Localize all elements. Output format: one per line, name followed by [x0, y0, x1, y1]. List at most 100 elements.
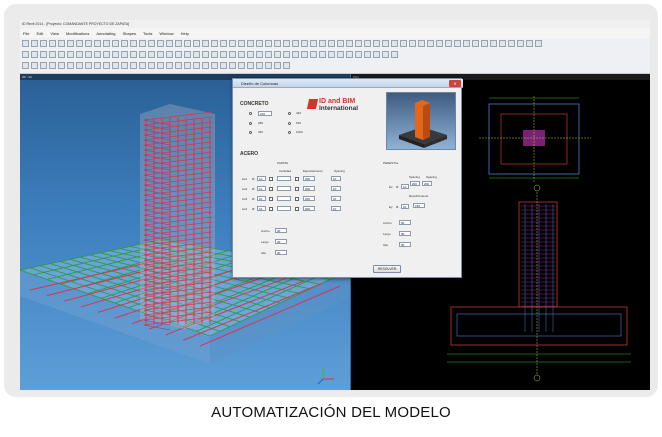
zapata-dimension-input[interactable]: 30: [275, 228, 287, 233]
menu-tools[interactable]: Tools: [143, 31, 152, 36]
toolbar-button[interactable]: [103, 51, 110, 58]
resolver-button[interactable]: RESOLVER: [373, 265, 401, 273]
toolbar-button[interactable]: [157, 62, 164, 69]
steel-row-spacing[interactable]: 200: [303, 206, 315, 211]
toolbar-button[interactable]: [67, 62, 74, 69]
toolbar-button[interactable]: [202, 62, 209, 69]
steel-row-value[interactable]: 10: [331, 206, 341, 211]
toolbar-button[interactable]: [229, 40, 236, 47]
toolbar-button[interactable]: [58, 62, 65, 69]
toolbar-button[interactable]: [274, 51, 281, 58]
toolbar-button[interactable]: [22, 51, 29, 58]
toolbar-button[interactable]: [319, 51, 326, 58]
toolbar-button[interactable]: [202, 40, 209, 47]
toolbar-button[interactable]: [31, 40, 38, 47]
toolbar-button[interactable]: [58, 40, 65, 47]
toolbar-button[interactable]: [427, 40, 434, 47]
pedestal-row-1-value-2[interactable]: 200: [422, 181, 432, 186]
toolbar-button[interactable]: [211, 51, 218, 58]
toolbar-button[interactable]: [238, 40, 245, 47]
steel-row-value[interactable]: 10: [331, 186, 341, 191]
toolbar-button[interactable]: [490, 40, 497, 47]
steel-row-spacing[interactable]: 200: [303, 176, 315, 181]
toolbar-button[interactable]: [103, 40, 110, 47]
pedestal-dimension-input[interactable]: 50: [399, 231, 411, 236]
steel-row-diameter[interactable]: 10: [257, 196, 266, 201]
toolbar-button[interactable]: [229, 62, 236, 69]
toolbar-button[interactable]: [382, 51, 389, 58]
toolbar-button[interactable]: [508, 40, 515, 47]
toolbar-button[interactable]: [364, 40, 371, 47]
toolbar-button[interactable]: [40, 40, 47, 47]
steel-row-checkbox[interactable]: [269, 177, 273, 181]
menu-shapes[interactable]: Shapes: [122, 31, 136, 36]
toolbar-button[interactable]: [130, 51, 137, 58]
toolbar-button[interactable]: [292, 40, 299, 47]
toolbar-button[interactable]: [76, 62, 83, 69]
toolbar-button[interactable]: [337, 51, 344, 58]
toolbar-button[interactable]: [130, 40, 137, 47]
steel-row-spacing[interactable]: 200: [303, 186, 315, 191]
concrete-radio-1[interactable]: [249, 112, 252, 115]
menu-file[interactable]: File: [23, 31, 29, 36]
toolbar-button[interactable]: [535, 40, 542, 47]
toolbar-button[interactable]: [247, 62, 254, 69]
toolbar-button[interactable]: [175, 40, 182, 47]
toolbar-button[interactable]: [22, 62, 29, 69]
toolbar-button[interactable]: [355, 40, 362, 47]
toolbar-button[interactable]: [184, 51, 191, 58]
toolbar-button[interactable]: [76, 51, 83, 58]
toolbar-button[interactable]: [94, 40, 101, 47]
toolbar-button[interactable]: [373, 51, 380, 58]
toolbar-button[interactable]: [337, 40, 344, 47]
toolbar-button[interactable]: [121, 40, 128, 47]
toolbar-button[interactable]: [265, 40, 272, 47]
toolbar-button[interactable]: [319, 40, 326, 47]
toolbar-button[interactable]: [463, 40, 470, 47]
steel-row-quantity[interactable]: [277, 206, 291, 211]
toolbar-button[interactable]: [139, 51, 146, 58]
toolbar-button[interactable]: [148, 62, 155, 69]
toolbar-button[interactable]: [445, 40, 452, 47]
toolbar-button[interactable]: [130, 62, 137, 69]
toolbar-button[interactable]: [112, 62, 119, 69]
toolbar-button[interactable]: [148, 40, 155, 47]
toolbar-button[interactable]: [274, 62, 281, 69]
menu-window[interactable]: Window: [159, 31, 173, 36]
steel-row-checkbox-2[interactable]: [295, 177, 299, 181]
toolbar-button[interactable]: [49, 62, 56, 69]
toolbar-button[interactable]: [211, 40, 218, 47]
toolbar-button[interactable]: [400, 40, 407, 47]
toolbar-button[interactable]: [121, 62, 128, 69]
toolbar-button[interactable]: [67, 51, 74, 58]
steel-row-checkbox-2[interactable]: [295, 207, 299, 211]
toolbar-button[interactable]: [373, 40, 380, 47]
toolbar-button[interactable]: [256, 62, 263, 69]
toolbar-button[interactable]: [40, 51, 47, 58]
toolbar-button[interactable]: [472, 40, 479, 47]
toolbar-button[interactable]: [220, 40, 227, 47]
toolbar-button[interactable]: [301, 51, 308, 58]
concrete-radio-3[interactable]: [249, 131, 252, 134]
toolbar-button[interactable]: [247, 51, 254, 58]
pedestal-dimension-input[interactable]: 50: [399, 242, 411, 247]
pedestal-row-2-diameter[interactable]: 10: [401, 204, 409, 209]
toolbar-button[interactable]: [85, 40, 92, 47]
pedestal-row-2-value-1[interactable]: 150: [413, 203, 425, 208]
toolbar-button[interactable]: [94, 51, 101, 58]
toolbar-button[interactable]: [58, 51, 65, 58]
toolbar-button[interactable]: [454, 40, 461, 47]
concrete-radio-4[interactable]: [288, 112, 291, 115]
toolbar-button[interactable]: [418, 40, 425, 47]
toolbar-button[interactable]: [220, 51, 227, 58]
concrete-radio-6[interactable]: [288, 131, 291, 134]
menu-help[interactable]: Help: [181, 31, 189, 36]
steel-row-checkbox-2[interactable]: [295, 197, 299, 201]
steel-row-diameter[interactable]: 10: [257, 206, 266, 211]
steel-row-checkbox-2[interactable]: [295, 187, 299, 191]
toolbar-button[interactable]: [328, 51, 335, 58]
toolbar-button[interactable]: [121, 51, 128, 58]
toolbar-button[interactable]: [166, 51, 173, 58]
toolbar-button[interactable]: [112, 40, 119, 47]
toolbar-button[interactable]: [49, 51, 56, 58]
